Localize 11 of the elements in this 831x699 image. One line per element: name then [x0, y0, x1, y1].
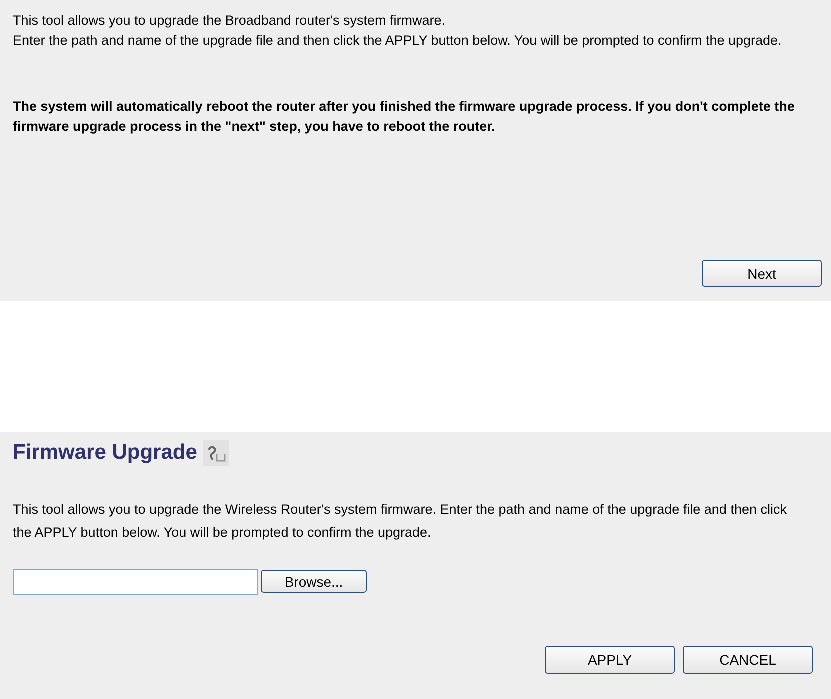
instruction-text: Enter the path and name of the upgrade file and then click the APPLY button below. You will be prompted to confirm the upgrade.	[13, 32, 783, 50]
file-path-field[interactable]	[13, 569, 258, 595]
apply-button[interactable]: APPLY	[545, 646, 675, 674]
next-button[interactable]: Next	[702, 260, 822, 287]
page-title: Firmware Upgrade	[13, 441, 198, 465]
description-text: This tool allows you to upgrade the Wireless Router's system firmware. Enter the path and name of the upgrade file and then click the APPLY button below. You will be prompted to confirm the upgrade.	[13, 501, 788, 542]
help-icon[interactable]	[203, 440, 230, 466]
warning-text: The system will automatically reboot the router after you finished the firmware upgrade process. If you don't complete the firmware upgrade process in the "next" step, you have to reboot the router.	[13, 98, 796, 136]
cancel-button[interactable]: CANCEL	[683, 646, 813, 674]
browse-button[interactable]: Browse...	[261, 570, 367, 593]
instruction-text: This tool allows you to upgrade the Broadband router's system firmware.	[13, 12, 447, 30]
